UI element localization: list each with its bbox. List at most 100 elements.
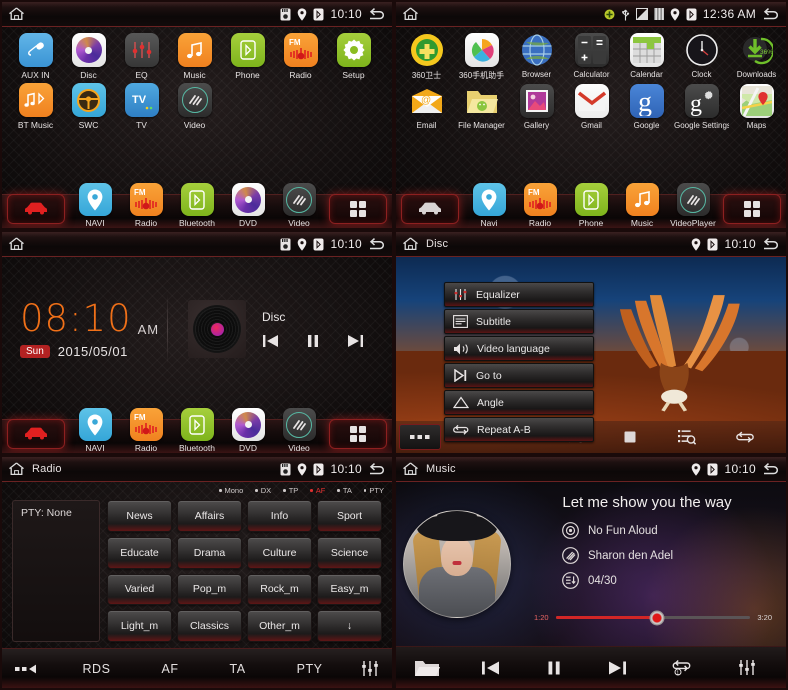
- app-drawer-icon[interactable]: [329, 419, 387, 449]
- back-icon[interactable]: [368, 462, 385, 476]
- dock-item-video[interactable]: Video: [276, 408, 322, 453]
- menu-item-subtitle[interactable]: Subtitle: [444, 309, 594, 334]
- tab-ta[interactable]: TA: [230, 662, 246, 676]
- back-icon[interactable]: [368, 237, 385, 251]
- app-phone[interactable]: Phone: [222, 33, 273, 80]
- app-eq[interactable]: EQ: [116, 33, 167, 80]
- band-dx[interactable]: DX: [255, 486, 271, 495]
- app-gallery[interactable]: Gallery: [509, 84, 564, 130]
- dock-item-radio[interactable]: FM Radio: [123, 183, 169, 228]
- playlist-search-icon[interactable]: [677, 429, 696, 445]
- app-drawer-icon[interactable]: [723, 194, 781, 224]
- dock-item-phone[interactable]: Phone: [568, 183, 614, 228]
- band-mono[interactable]: Mono: [219, 486, 243, 495]
- menu-item-repeat-ab[interactable]: Repeat A-B: [444, 417, 594, 442]
- dock-item-bluetooth[interactable]: Bluetooth: [174, 408, 220, 453]
- pty-button-drama[interactable]: Drama: [177, 536, 242, 569]
- menu-item-equalizer[interactable]: Equalizer: [444, 282, 594, 307]
- app-file-manager[interactable]: File Manager: [454, 84, 509, 130]
- dock-item-videoplayer[interactable]: VideoPlayer: [670, 183, 716, 228]
- dock-item-bluetooth[interactable]: Bluetooth: [174, 183, 220, 228]
- prev-track-icon[interactable]: [481, 660, 501, 676]
- back-icon[interactable]: [762, 7, 779, 21]
- app-disc[interactable]: Disc: [63, 33, 114, 80]
- app-downloads[interactable]: 36% Downloads: [729, 33, 784, 81]
- pty-button-rock-m[interactable]: Rock_m: [247, 573, 312, 606]
- app-maps[interactable]: Maps: [729, 84, 784, 130]
- stop-icon[interactable]: [623, 430, 637, 444]
- app-gmail[interactable]: Gmail: [564, 84, 619, 130]
- app-aux-in[interactable]: AUX IN: [10, 33, 61, 80]
- equalizer-icon[interactable]: [737, 658, 757, 677]
- pty-button-affairs[interactable]: Affairs: [177, 500, 242, 532]
- car-home-icon[interactable]: [401, 194, 459, 224]
- back-icon[interactable]: [762, 462, 779, 476]
- pause-icon[interactable]: [546, 660, 562, 676]
- seek-track[interactable]: [555, 610, 751, 625]
- repeat-one-icon[interactable]: 1: [672, 659, 692, 676]
- car-home-icon[interactable]: [7, 419, 65, 449]
- tab-af[interactable]: AF: [162, 662, 179, 676]
- album-art-vinyl[interactable]: [188, 300, 246, 358]
- tab-rds[interactable]: RDS: [83, 662, 111, 676]
- dock-item-dvd[interactable]: DVD: [225, 183, 271, 228]
- band-tp[interactable]: TP: [283, 486, 298, 495]
- app-radio[interactable]: FM Radio: [275, 33, 326, 80]
- menu-item-video-language[interactable]: Video language: [444, 336, 594, 361]
- pty-button-other-m[interactable]: Other_m: [247, 610, 312, 642]
- back-icon[interactable]: [762, 237, 779, 251]
- prev-track-icon[interactable]: [262, 334, 280, 348]
- tab-pty[interactable]: PTY: [297, 662, 323, 676]
- pty-button-sport[interactable]: Sport: [317, 500, 382, 532]
- app-swc[interactable]: SWC: [63, 83, 114, 130]
- pty-button-science[interactable]: Science: [317, 536, 382, 569]
- dock-item-music[interactable]: Music: [619, 183, 665, 228]
- dock-item-radio[interactable]: FM Radio: [123, 408, 169, 453]
- more-dots-icon[interactable]: [399, 424, 441, 450]
- pty-button-classics[interactable]: Classics: [177, 610, 242, 642]
- clock-block[interactable]: 08:10 AM Sun 2015/05/01: [2, 300, 167, 359]
- app-video[interactable]: Video: [169, 83, 220, 130]
- menu-item-angle[interactable]: Angle: [444, 390, 594, 415]
- home-icon[interactable]: [8, 462, 25, 476]
- pty-button-pop-m[interactable]: Pop_m: [177, 573, 242, 606]
- app-google-settings[interactable]: g Google Settings: [674, 84, 729, 130]
- pty-button-educate[interactable]: Educate: [107, 536, 172, 569]
- app-calculator[interactable]: Calculator: [564, 33, 619, 81]
- app-google[interactable]: g Google: [619, 84, 674, 130]
- pty-button-news[interactable]: News: [107, 500, 172, 532]
- pty-button-light-m[interactable]: Light_m: [107, 610, 172, 642]
- dock-item-dvd[interactable]: DVD: [225, 408, 271, 453]
- band-pty[interactable]: PTY: [363, 486, 384, 495]
- pause-icon[interactable]: [306, 334, 320, 348]
- equalizer-icon[interactable]: [348, 659, 392, 678]
- home-icon[interactable]: [402, 462, 419, 476]
- app-tv[interactable]: TV TV: [116, 83, 167, 130]
- next-track-icon[interactable]: [346, 334, 364, 348]
- pty-button-info[interactable]: Info: [247, 500, 312, 532]
- app-setup[interactable]: Setup: [328, 33, 379, 80]
- app-360-guard[interactable]: 360卫士: [399, 33, 454, 81]
- pty-button-easy-m[interactable]: Easy_m: [317, 573, 382, 606]
- dock-item-radio[interactable]: FM Radio: [517, 183, 563, 228]
- next-track-icon[interactable]: [607, 660, 627, 676]
- dock-item-navi[interactable]: NAVI: [72, 408, 118, 453]
- app-calendar[interactable]: Calendar: [619, 33, 674, 81]
- home-icon[interactable]: [8, 7, 25, 21]
- home-icon[interactable]: [402, 237, 419, 251]
- pty-button-next-page[interactable]: ↓: [317, 610, 382, 642]
- app-clock[interactable]: Clock: [674, 33, 729, 81]
- folder-icon[interactable]: [396, 658, 458, 678]
- back-icon[interactable]: [368, 7, 385, 21]
- menu-item-goto[interactable]: Go to: [444, 363, 594, 388]
- app-drawer-icon[interactable]: [329, 194, 387, 224]
- repeat-icon[interactable]: [736, 430, 754, 445]
- band-af[interactable]: AF: [310, 486, 325, 495]
- dock-item-navi[interactable]: Navi: [466, 183, 512, 228]
- dock-item-video[interactable]: Video: [276, 183, 322, 228]
- app-360-assistant[interactable]: 360手机助手: [454, 33, 509, 81]
- app-email[interactable]: @ Email: [399, 84, 454, 130]
- pty-button-varied[interactable]: Varied: [107, 573, 172, 606]
- app-bt-music[interactable]: BT Music: [10, 83, 61, 130]
- pty-button-culture[interactable]: Culture: [247, 536, 312, 569]
